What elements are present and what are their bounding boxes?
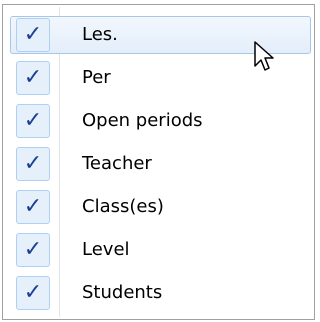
- menu-item-label: Per: [82, 67, 111, 88]
- menu-item-label: Les.: [82, 24, 118, 45]
- menu-item-level[interactable]: ✓ Level: [11, 231, 311, 274]
- menu-item-classes[interactable]: ✓ Class(es): [11, 188, 311, 231]
- checkmark-icon: ✓: [16, 147, 50, 181]
- checkmark-icon: ✓: [16, 61, 50, 95]
- menu-item-open-periods[interactable]: ✓ Open periods: [11, 102, 311, 145]
- menu-item-label: Teacher: [82, 153, 152, 174]
- checkmark-icon: ✓: [16, 190, 50, 224]
- menu-item-label: Students: [82, 282, 163, 303]
- checkmark-icon: ✓: [16, 18, 50, 52]
- menu-item-teacher[interactable]: ✓ Teacher: [11, 145, 311, 188]
- menu-item-label: Open periods: [82, 110, 203, 131]
- menu-item-label: Level: [82, 239, 130, 260]
- menu-item-label: Class(es): [82, 196, 164, 217]
- mouse-pointer-icon: [254, 41, 274, 71]
- menu-item-students[interactable]: ✓ Students: [11, 274, 311, 317]
- checkmark-icon: ✓: [16, 276, 50, 310]
- checkmark-icon: ✓: [16, 233, 50, 267]
- checkmark-icon: ✓: [16, 104, 50, 138]
